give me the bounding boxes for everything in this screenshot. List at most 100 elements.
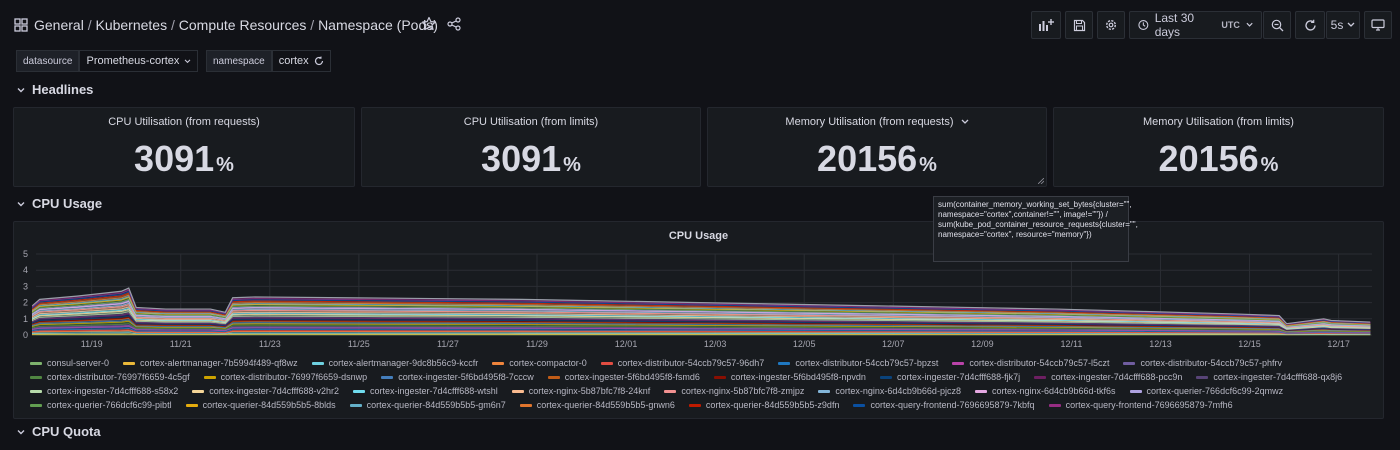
legend-label: cortex-querier-84d559b5b5-gnwn6 xyxy=(536,400,675,410)
legend-item[interactable]: cortex-alertmanager-9dc8b56c9-kccfr xyxy=(311,357,478,369)
y-tick-label: 1 xyxy=(23,314,28,324)
legend-label: cortex-ingester-7d4cfff688-qx8j6 xyxy=(1213,372,1343,382)
star-icon[interactable] xyxy=(421,16,437,32)
legend-item[interactable]: cortex-querier-84d559b5b5-gnwn6 xyxy=(519,399,675,411)
save-dashboard-button[interactable] xyxy=(1065,11,1093,39)
legend-label: cortex-distributor-76997f6659-dsnwp xyxy=(220,372,368,382)
timezone-label: UTC xyxy=(1221,20,1240,30)
namespace-select[interactable]: cortex xyxy=(271,50,331,72)
legend-item[interactable]: cortex-compactor-0 xyxy=(492,357,587,369)
add-panel-button[interactable] xyxy=(1031,11,1061,39)
legend-label: cortex-nginx-6d4cb9b66d-pjcz8 xyxy=(835,386,961,396)
stat-panel-memory-limits[interactable]: Memory Utilisation (from limits) 20156% xyxy=(1053,107,1384,187)
stat-panel-cpu-limits[interactable]: CPU Utilisation (from limits) 3091% xyxy=(361,107,701,187)
stat-value: 3091% xyxy=(481,138,581,179)
legend-item[interactable]: cortex-ingester-5f6bd495f8-7cccw xyxy=(381,371,534,383)
legend-item[interactable]: cortex-distributor-54ccb79c57-phfrv xyxy=(1123,357,1282,369)
legend-item[interactable]: cortex-ingester-7d4cfff688-s58x2 xyxy=(30,385,178,397)
row-cpu-quota[interactable]: CPU Quota xyxy=(16,424,101,439)
legend-item[interactable]: cortex-nginx-5b87bfc7f8-24knf xyxy=(511,385,650,397)
legend-item[interactable]: cortex-ingester-7d4cfff688-qx8j6 xyxy=(1196,371,1342,383)
legend-item[interactable]: cortex-querier-84d559b5b5-8blds xyxy=(185,399,336,411)
legend-swatch xyxy=(492,361,505,365)
tv-mode-button[interactable] xyxy=(1364,11,1392,39)
y-tick-label: 3 xyxy=(23,281,28,291)
legend-item[interactable]: cortex-querier-766dcf6c99-pibtl xyxy=(30,399,172,411)
zoom-out-button[interactable] xyxy=(1263,11,1291,39)
stat-panel-memory-requests[interactable]: Memory Utilisation (from requests) 20156… xyxy=(707,107,1047,187)
legend-item[interactable]: consul-server-0 xyxy=(30,357,109,369)
x-tick-label: 12/15 xyxy=(1238,339,1261,349)
legend-swatch xyxy=(547,375,560,379)
breadcrumb-item-kubernetes[interactable]: Kubernetes xyxy=(95,17,167,33)
stat-title: CPU Utilisation (from limits) xyxy=(463,116,599,128)
legend-item[interactable]: cortex-nginx-5b87bfc7f8-zmjpz xyxy=(664,385,804,397)
legend-item[interactable]: cortex-alertmanager-7b5994f489-qf8wz xyxy=(123,357,298,369)
cpu-usage-panel[interactable]: CPU Usage 0 1 2 3 4 5 11/19 11/21 11/23 11/25 11/2… xyxy=(13,221,1384,419)
legend-item[interactable]: cortex-ingester-5f6bd495f8-fsmd6 xyxy=(547,371,700,383)
time-range-picker[interactable]: Last 30 days UTC xyxy=(1129,11,1262,39)
legend-item[interactable]: cortex-nginx-6d4cb9b66d-pjcz8 xyxy=(818,385,961,397)
legend-swatch xyxy=(30,361,42,365)
stat-panel-cpu-requests[interactable]: CPU Utilisation (from requests) 3091% xyxy=(13,107,355,187)
x-tick-label: 11/27 xyxy=(437,339,459,349)
row-cpu-usage[interactable]: CPU Usage xyxy=(16,196,102,211)
legend-label: cortex-distributor-54ccb79c57-phfrv xyxy=(1140,358,1283,368)
legend-swatch xyxy=(778,361,791,365)
legend-label: cortex-ingester-7d4cfff688-v2hr2 xyxy=(209,386,339,396)
chevron-down-icon xyxy=(1246,22,1253,27)
datasource-value: Prometheus-cortex xyxy=(86,55,180,67)
stat-title: CPU Utilisation (from requests) xyxy=(108,116,260,128)
refresh-interval-picker[interactable]: 5s xyxy=(1326,11,1360,39)
x-tick-label: 12/11 xyxy=(1060,339,1082,349)
legend-item[interactable]: cortex-distributor-76997f6659-dsnwp xyxy=(203,371,368,383)
stat-value: 20156% xyxy=(1158,138,1279,179)
legend-item[interactable]: cortex-ingester-5f6bd495f8-npvdn xyxy=(713,371,866,383)
legend-item[interactable]: cortex-ingester-7d4cfff688-wtshl xyxy=(353,385,498,397)
legend-swatch xyxy=(311,361,324,365)
legend-item[interactable]: cortex-querier-766dcf6c99-2qmwz xyxy=(1129,385,1284,397)
x-tick-label: 11/29 xyxy=(526,339,548,349)
legend-label: cortex-distributor-54ccb79c57-l5czt xyxy=(969,358,1110,368)
x-tick-label: 11/25 xyxy=(348,339,370,349)
legend-swatch xyxy=(30,403,42,407)
cpu-usage-chart[interactable]: 0 1 2 3 4 5 11/19 11/21 11/23 11/25 11/27 11/29 12/0… xyxy=(14,222,1385,357)
legend-swatch xyxy=(713,375,726,379)
legend-swatch xyxy=(1034,375,1047,379)
resize-handle-icon[interactable] xyxy=(1038,178,1044,184)
datasource-select[interactable]: Prometheus-cortex xyxy=(79,50,199,72)
x-tick-label: 12/09 xyxy=(971,339,994,349)
legend-swatch xyxy=(185,403,198,407)
legend-item[interactable]: cortex-distributor-54ccb79c57-l5czt xyxy=(952,357,1109,369)
legend-item[interactable]: cortex-querier-84d559b5b5-gm6n7 xyxy=(349,399,506,411)
legend-item[interactable]: cortex-ingester-7d4cfff688-pcc9n xyxy=(1034,371,1182,383)
legend-item[interactable]: cortex-querier-84d559b5b5-z9dfn xyxy=(688,399,839,411)
grid-icon[interactable] xyxy=(14,18,28,32)
legend-item[interactable]: cortex-nginx-6d4cb9b66d-tkf6s xyxy=(974,385,1116,397)
legend-item[interactable]: cortex-distributor-54ccb79c57-bpzst xyxy=(778,357,938,369)
x-tick-label: 12/03 xyxy=(704,339,727,349)
legend-label: cortex-querier-766dcf6c99-2qmwz xyxy=(1146,386,1284,396)
share-icon[interactable] xyxy=(447,17,461,31)
clock-icon xyxy=(1138,20,1149,30)
page-title: Namespace (Pods) xyxy=(318,17,438,33)
legend-item[interactable]: cortex-query-frontend-7696695879-7kbfq xyxy=(853,399,1035,411)
chevron-down-icon[interactable] xyxy=(961,119,969,125)
legend-swatch xyxy=(381,375,394,379)
legend-label: cortex-ingester-7d4cfff688-pcc9n xyxy=(1051,372,1183,382)
breadcrumb-item-general[interactable]: General xyxy=(34,17,84,33)
row-headlines[interactable]: Headlines xyxy=(16,82,93,97)
row-title-label: CPU Quota xyxy=(32,424,101,439)
legend-item[interactable]: cortex-distributor-54ccb79c57-96dh7 xyxy=(600,357,765,369)
legend-item[interactable]: cortex-query-frontend-7696695879-7mfh6 xyxy=(1048,399,1233,411)
legend-label: cortex-distributor-54ccb79c57-96dh7 xyxy=(617,358,765,368)
legend-item[interactable]: cortex-ingester-7d4cfff688-fjk7j xyxy=(879,371,1020,383)
breadcrumb-item-compute-resources[interactable]: Compute Resources xyxy=(179,17,307,33)
x-tick-label: 12/13 xyxy=(1149,339,1172,349)
chevron-down-icon xyxy=(17,429,25,434)
y-tick-label: 4 xyxy=(23,265,28,275)
dashboard-settings-button[interactable] xyxy=(1097,11,1125,39)
legend-item[interactable]: cortex-ingester-7d4cfff688-v2hr2 xyxy=(192,385,339,397)
refresh-button[interactable] xyxy=(1295,11,1325,39)
legend-item[interactable]: cortex-distributor-76997f6659-4c5gf xyxy=(30,371,190,383)
